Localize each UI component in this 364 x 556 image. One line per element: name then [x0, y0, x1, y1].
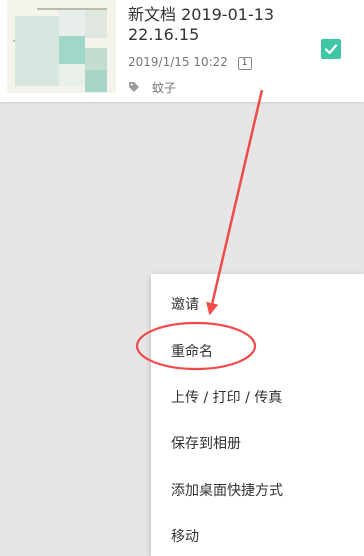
- document-meta: 2019/1/15 10:22 1: [128, 55, 252, 70]
- menu-item-move[interactable]: 移动: [171, 526, 199, 546]
- menu-item-save-to-album[interactable]: 保存到相册: [171, 433, 241, 453]
- document-thumbnail[interactable]: [7, 0, 116, 93]
- context-menu: 邀请 重命名 上传 / 打印 / 传真 保存到相册 添加桌面快捷方式 移动: [151, 274, 364, 556]
- menu-item-upload-print-fax[interactable]: 上传 / 打印 / 传真: [171, 387, 282, 407]
- document-title[interactable]: 新文档 2019-01-13 22.16.15: [128, 5, 298, 45]
- document-card[interactable]: 新文档 2019-01-13 22.16.15 2019/1/15 10:22 …: [0, 0, 364, 102]
- menu-item-add-shortcut[interactable]: 添加桌面快捷方式: [171, 480, 283, 500]
- page-count-badge: 1: [237, 57, 252, 70]
- tag-label: 蚊子: [151, 81, 176, 95]
- menu-item-rename[interactable]: 重命名: [171, 341, 213, 361]
- document-tag: 蚊子: [128, 79, 176, 96]
- tag-icon: [129, 82, 139, 92]
- select-checkbox[interactable]: [321, 39, 341, 59]
- checkmark-icon: [324, 44, 338, 55]
- menu-item-invite[interactable]: 邀请: [171, 294, 199, 314]
- document-date: 2019/1/15 10:22: [128, 55, 228, 69]
